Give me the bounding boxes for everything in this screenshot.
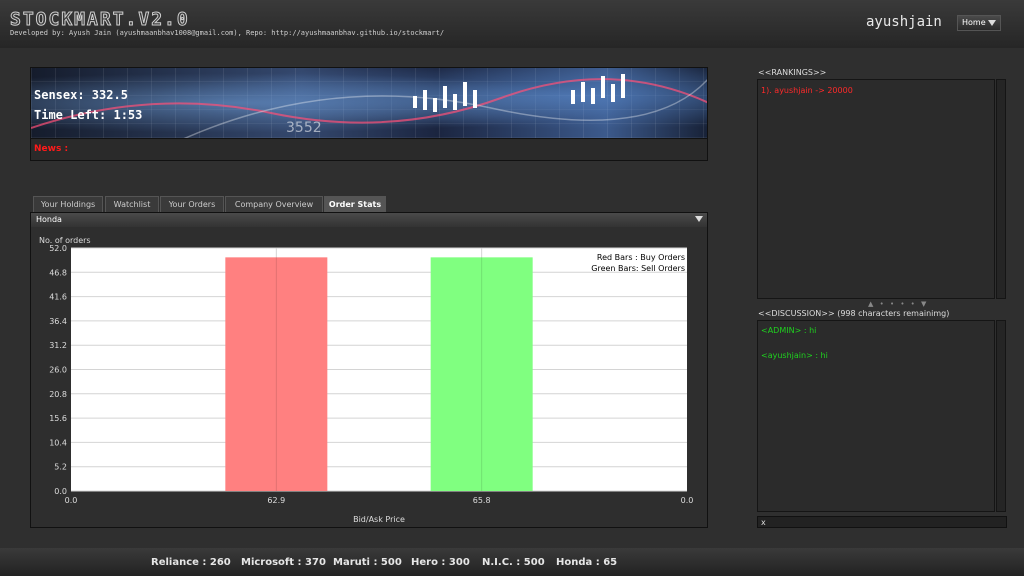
ranking-item: 1). ayushjain -> 20000 bbox=[761, 86, 853, 95]
y-tick-label: 20.8 bbox=[49, 390, 67, 399]
rankings-scrollbar[interactable] bbox=[996, 79, 1006, 299]
y-tick-label: 36.4 bbox=[49, 317, 67, 326]
chevron-down-icon bbox=[988, 20, 996, 26]
y-tick-label: 41.6 bbox=[49, 293, 67, 302]
order-stats-panel: Honda 0.0 5.2 10.4 15.6 20.8 26.0 31.2 36.4 41.6… bbox=[30, 212, 708, 528]
top-bar: STOCKMART.V2.0 Developed by: Ayush Jain … bbox=[0, 0, 1024, 48]
discussion-log: <ADMIN> : hi <ayushjain> : hi bbox=[757, 320, 995, 512]
rankings-label: <<RANKINGS>> bbox=[758, 68, 827, 77]
discussion-label: <<DISCUSSION>> (998 characters remainimg… bbox=[758, 309, 950, 318]
x-tick-label: 0.0 bbox=[681, 496, 694, 505]
time-left: Time Left: 1:53 bbox=[34, 108, 143, 122]
y-tick-label: 0.0 bbox=[54, 487, 67, 496]
ticker-item: Microsoft : 370 bbox=[241, 557, 326, 568]
ticker-item: Reliance : 260 bbox=[151, 557, 231, 568]
rankings-list: 1). ayushjain -> 20000 bbox=[757, 79, 995, 299]
stock-ticker: Reliance : 260 Microsoft : 370 Maruti : … bbox=[0, 548, 1024, 576]
ticker-item: N.I.C. : 500 bbox=[482, 557, 545, 568]
tab-your-holdings[interactable]: Your Holdings bbox=[33, 196, 103, 212]
splitter-handle[interactable]: ▲ • • • • ▼ bbox=[868, 300, 928, 308]
app-title: STOCKMART.V2.0 bbox=[10, 9, 190, 31]
y-tick-label: 10.4 bbox=[49, 438, 67, 447]
chat-message: <ayushjain> : hi bbox=[761, 351, 828, 360]
y-tick-label: 46.8 bbox=[49, 268, 67, 277]
sensex-value: Sensex: 332.5 bbox=[34, 88, 128, 102]
ticker-item: Maruti : 500 bbox=[333, 557, 402, 568]
tab-order-stats[interactable]: Order Stats bbox=[324, 196, 386, 212]
chat-message: <ADMIN> : hi bbox=[761, 326, 817, 335]
news-label: News : bbox=[34, 144, 69, 154]
chat-input[interactable] bbox=[757, 516, 1007, 528]
y-axis-label: No. of orders bbox=[39, 236, 91, 245]
y-tick-label: 26.0 bbox=[49, 366, 67, 375]
discussion-scrollbar[interactable] bbox=[996, 320, 1006, 512]
home-dropdown-button[interactable]: Home bbox=[957, 15, 1001, 31]
y-tick-label: 52.0 bbox=[49, 244, 67, 253]
username: ayushjain bbox=[866, 14, 942, 30]
x-tick-label: 0.0 bbox=[65, 496, 78, 505]
tab-your-orders[interactable]: Your Orders bbox=[160, 196, 224, 212]
chevron-down-icon bbox=[695, 216, 703, 222]
svg-text:3552: 3552 bbox=[286, 120, 322, 136]
company-name: Honda bbox=[36, 215, 62, 224]
order-stats-chart: 0.0 5.2 10.4 15.6 20.8 26.0 31.2 36.4 41.6 46.8 52… bbox=[39, 236, 694, 524]
x-tick-label: 65.8 bbox=[473, 496, 491, 505]
home-label: Home bbox=[962, 18, 986, 27]
app-subtitle: Developed by: Ayush Jain (ayushmaanbhav1… bbox=[10, 29, 445, 37]
news-bar: News : bbox=[30, 139, 708, 161]
ticker-item: Honda : 65 bbox=[556, 557, 618, 568]
y-tick-label: 31.2 bbox=[49, 341, 67, 350]
tab-watchlist[interactable]: Watchlist bbox=[105, 196, 159, 212]
ticker-item: Hero : 300 bbox=[411, 557, 470, 568]
legend-buy: Red Bars : Buy Orders bbox=[597, 253, 685, 262]
tab-company-overview[interactable]: Company Overview bbox=[225, 196, 323, 212]
x-tick-label: 62.9 bbox=[267, 496, 285, 505]
company-selector[interactable]: Honda bbox=[31, 213, 707, 227]
stock-graphic: 3552 bbox=[31, 74, 707, 138]
market-banner: 3552 Sensex: 332.5 Time Left: 1:53 bbox=[30, 67, 708, 139]
y-tick-label: 15.6 bbox=[49, 414, 67, 423]
legend-sell: Green Bars: Sell Orders bbox=[591, 264, 685, 273]
x-axis-label: Bid/Ask Price bbox=[353, 515, 405, 524]
y-tick-label: 5.2 bbox=[54, 463, 67, 472]
